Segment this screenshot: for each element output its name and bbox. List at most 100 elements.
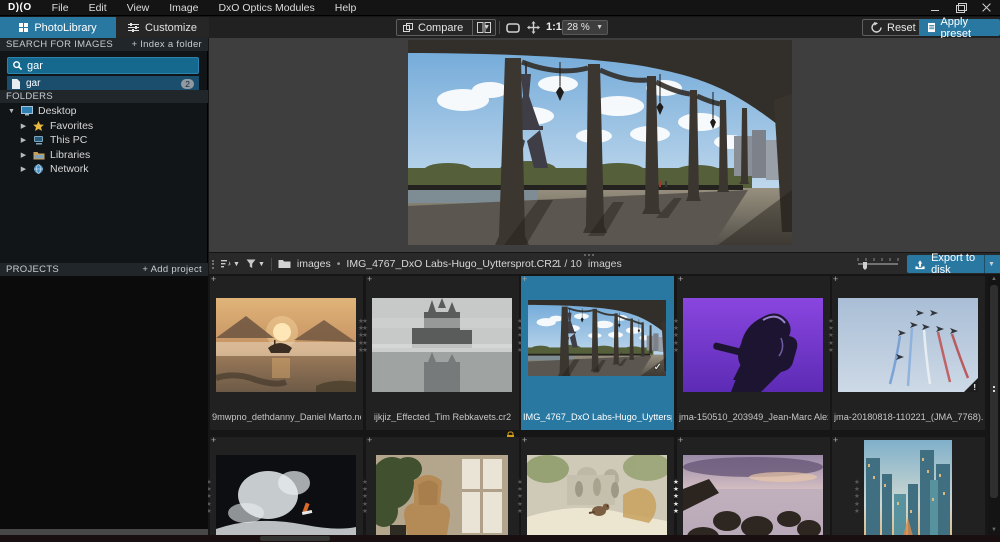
menu-view[interactable]: View [117,0,160,16]
search-suggestion-row[interactable]: gar 2 [7,76,199,91]
breadcrumb-separator: • [337,258,341,270]
thumbnail-image[interactable]: ! [838,298,978,392]
thumbnail-cell[interactable]: + ★★★★★ [677,437,830,535]
thumbnail-cell[interactable]: + ★★★★★ [521,437,674,535]
suggestion-label: gar [26,78,40,89]
zoom-level-select[interactable]: 28 % ▼ [562,20,608,35]
horizontal-scrollbar[interactable] [0,535,1000,542]
export-icon [915,259,925,270]
scroll-up-icon[interactable]: ▲ [988,274,1000,284]
thumbnail-cell[interactable]: + ★★★★★ 9mwpno_dethdanny_Daniel Marto.ne… [210,276,363,430]
thumbnail-image[interactable] [376,455,508,535]
zoom-level-value: 28 % [567,22,590,33]
close-icon[interactable] [982,3,992,13]
thumbnail-cell[interactable]: + ★★★★★ ijkjiz_Effected_Tim [366,276,519,430]
plus-icon[interactable]: + [367,435,372,445]
star-rating[interactable]: ★★★★★ [362,479,368,515]
tree-item-desktop[interactable]: ▼ Desktop [0,104,208,119]
plus-icon[interactable]: + [367,274,372,284]
thumbnail-cell-selected[interactable]: + ✓ ★★★★★ IMG_4767_DxO Labs-Hugo_Uytters… [521,276,674,430]
thumbnail-cell[interactable]: + [832,276,985,430]
plus-icon[interactable]: + [522,435,527,445]
menu-image[interactable]: Image [159,0,208,16]
thumbnail-cell[interactable]: + ★★★★★ [366,437,519,535]
plus-icon[interactable]: + [833,435,838,445]
tree-item-libraries[interactable]: ▶ Libraries [0,148,208,163]
star-rating[interactable]: ★★★★★ [208,479,212,515]
scroll-down-icon[interactable]: ▼ [988,525,1000,535]
thumbnail-image[interactable] [216,298,356,392]
star-rating[interactable]: ★★★★★ [517,479,523,515]
plus-icon[interactable]: + [211,435,216,445]
filmstrip-toolbar: ▼ ▼ images • IMG_4767_DxO Labs-Hugo_Uytt… [209,252,1000,274]
plus-icon[interactable]: + [211,274,216,284]
chevron-down-icon: ▼ [233,261,240,268]
thumbnail-image[interactable] [683,298,823,392]
thumbnail-image[interactable] [527,455,667,535]
add-project-link[interactable]: + Add project [142,264,202,275]
thumbnail-image[interactable] [372,298,512,392]
star-rating[interactable]: ★★★★★ [828,318,834,354]
export-options-dropdown[interactable]: ▼ [984,255,998,273]
thumbnail-image[interactable]: ✓ [528,300,666,376]
zoom-1-1-button[interactable]: 1:1 [546,21,562,33]
thumbnail-image[interactable] [683,455,823,535]
tree-item-favorites[interactable]: ▶ Favorites [0,119,208,134]
star-rating[interactable]: ★★★★★ [517,318,523,354]
star-rating[interactable]: ★★★★★ [362,318,368,354]
projects-section-header: PROJECTS + Add project [0,263,208,276]
search-input[interactable] [27,60,177,72]
tab-customize-label: Customize [145,22,197,34]
split-view-icon[interactable] [477,22,491,33]
reset-button[interactable]: Reset [862,19,925,36]
menu-help[interactable]: Help [325,0,367,16]
menu-file[interactable]: File [42,0,79,16]
filename-label: jma-150510_203949_Jean-Marc Alexia.NEF [679,412,828,422]
vertical-scrollbar[interactable]: ▲ ▼ [988,274,1000,535]
star-rating[interactable]: ★★★★★ [673,318,679,354]
thumbnail-grid: + ★★★★★ 9mwpno_dethdanny_Daniel Marto.ne… [208,274,988,535]
horizontal-scrollbar-thumb[interactable] [260,536,330,541]
filter-button[interactable]: ▼ [246,259,265,269]
plus-icon[interactable]: + [522,274,527,284]
filename-label: ijkjiz_Effected_Tim Rebkavets.cr2 [368,412,517,422]
fit-screen-icon[interactable] [506,23,520,33]
plus-icon[interactable]: + [833,274,838,284]
network-icon [33,164,45,174]
tab-customize[interactable]: Customize [116,17,209,38]
pan-icon[interactable] [527,21,540,34]
projects-empty-area [0,276,208,529]
tree-item-this-pc[interactable]: ▶ This PC [0,133,208,148]
thumbnail-size-slider[interactable] [857,258,899,270]
star-rating[interactable]: ★★★★★ [854,479,860,515]
thumbnail-image[interactable] [864,440,952,535]
ratio-label: 1:1 [546,21,562,33]
chevron-collapsed-icon[interactable]: ▶ [19,165,28,173]
menu-dxo-optics-modules[interactable]: DxO Optics Modules [208,0,324,16]
sliders-icon [128,23,139,32]
thumbnail-cell[interactable]: + ★★★★★ [832,437,985,535]
thumbnail-cell[interactable]: + ★★★★★ jma-150510_203949_Jean-Marc Al [677,276,830,430]
thumbnail-cell[interactable]: + ★★★★★ [210,437,363,535]
breadcrumb-folder[interactable]: images [297,258,331,270]
apply-preset-button[interactable]: Apply preset [919,19,1000,36]
tree-item-network[interactable]: ▶ Network [0,162,208,177]
index-a-folder-link[interactable]: + Index a folder [131,39,202,50]
desktop-icon [21,106,33,116]
menu-edit[interactable]: Edit [79,0,117,16]
star-rating[interactable]: ★★★★★ [673,479,679,515]
chevron-collapsed-icon[interactable]: ▶ [19,136,28,144]
search-input-box[interactable] [7,57,199,74]
sort-button[interactable]: ▼ [221,259,240,269]
minimize-icon[interactable] [930,3,940,13]
restore-icon[interactable] [956,3,966,13]
tab-photolibrary[interactable]: PhotoLibrary [0,17,116,38]
chevron-collapsed-icon[interactable]: ▶ [19,122,28,130]
plus-icon[interactable]: + [678,435,683,445]
thumbnail-image[interactable] [216,455,356,535]
chevron-collapsed-icon[interactable]: ▶ [19,151,28,159]
chevron-expanded-icon[interactable]: ▼ [7,108,16,115]
plus-icon[interactable]: + [678,274,683,284]
warning-icon: ! [973,383,976,392]
filmstrip-grip-icon[interactable] [212,260,214,269]
